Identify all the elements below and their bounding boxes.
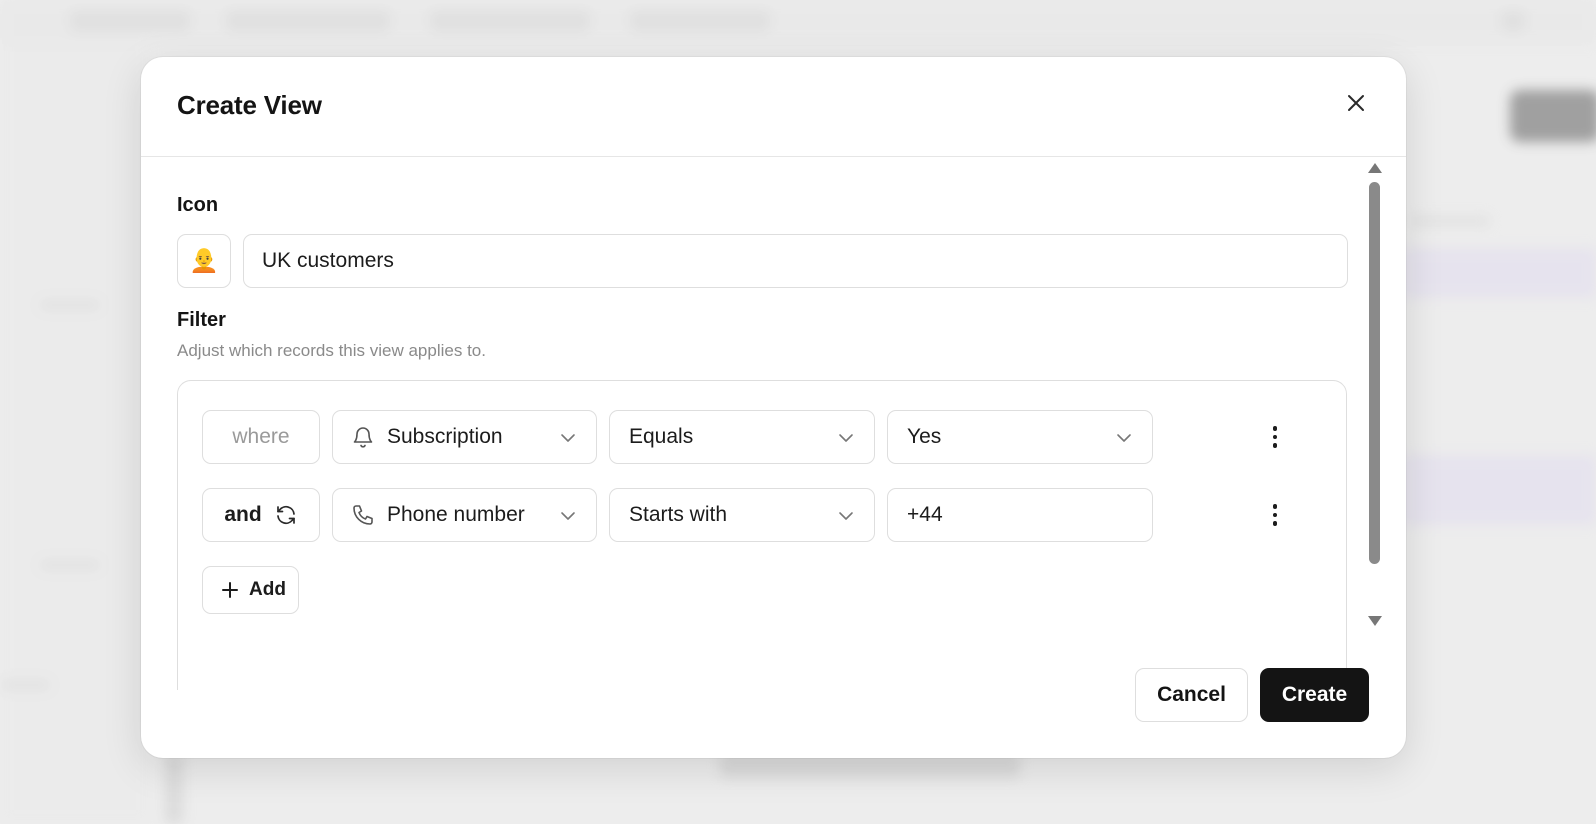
operator-select-equals[interactable]: Equals xyxy=(609,410,875,464)
scroll-up-arrow[interactable] xyxy=(1368,163,1382,173)
plus-icon xyxy=(221,581,239,599)
create-view-dialog: Create View Icon 🧑‍🦲 Filter Adjust which… xyxy=(141,57,1406,758)
conjunction-label: where xyxy=(232,425,290,448)
dialog-body: Icon 🧑‍🦲 Filter Adjust which records thi… xyxy=(141,158,1386,690)
chevron-down-icon xyxy=(838,428,854,452)
filter-description: Adjust which records this view applies t… xyxy=(177,341,486,360)
person-emoji-icon: 🧑‍🦲 xyxy=(189,247,219,274)
add-label: Add xyxy=(249,579,286,600)
field-select-phone-number[interactable]: Phone number xyxy=(332,488,597,542)
row-options-button[interactable] xyxy=(1261,417,1289,457)
field-label: Subscription xyxy=(387,425,503,448)
phone-icon xyxy=(351,503,375,527)
conjunction-where: where xyxy=(202,410,320,464)
bell-icon xyxy=(351,425,375,449)
close-button[interactable] xyxy=(1342,89,1370,117)
add-filter-button[interactable]: Add xyxy=(202,566,299,614)
icon-label: Icon xyxy=(177,194,219,216)
scrollbar-thumb[interactable] xyxy=(1369,182,1380,564)
create-button[interactable]: Create xyxy=(1260,668,1369,722)
chevron-down-icon xyxy=(560,428,576,452)
filter-builder: where Subscription Equals Yes and Phone … xyxy=(177,380,1347,690)
view-name-input[interactable] xyxy=(243,234,1348,288)
conjunction-label: and xyxy=(224,503,262,526)
operator-label: Equals xyxy=(629,425,694,448)
close-icon xyxy=(1348,95,1364,111)
value-text-input[interactable]: +44 xyxy=(887,488,1153,542)
refresh-icon xyxy=(274,503,298,527)
value-label: Yes xyxy=(907,425,942,448)
filter-label: Filter xyxy=(177,309,226,331)
conjunction-toggle-and[interactable]: and xyxy=(202,488,320,542)
value-select-yes[interactable]: Yes xyxy=(887,410,1153,464)
scroll-down-arrow[interactable] xyxy=(1368,616,1382,626)
dialog-title: Create View xyxy=(177,90,322,120)
field-label: Phone number xyxy=(387,503,525,526)
value-label: +44 xyxy=(907,503,943,526)
chevron-down-icon xyxy=(838,506,854,530)
operator-label: Starts with xyxy=(629,503,728,526)
cancel-button[interactable]: Cancel xyxy=(1135,668,1248,722)
dialog-header: Create View xyxy=(141,57,1406,157)
field-select-subscription[interactable]: Subscription xyxy=(332,410,597,464)
chevron-down-icon xyxy=(1116,428,1132,452)
row-options-button[interactable] xyxy=(1261,495,1289,535)
operator-select-starts-with[interactable]: Starts with xyxy=(609,488,875,542)
chevron-down-icon xyxy=(560,506,576,530)
icon-picker-button[interactable]: 🧑‍🦲 xyxy=(177,234,231,288)
